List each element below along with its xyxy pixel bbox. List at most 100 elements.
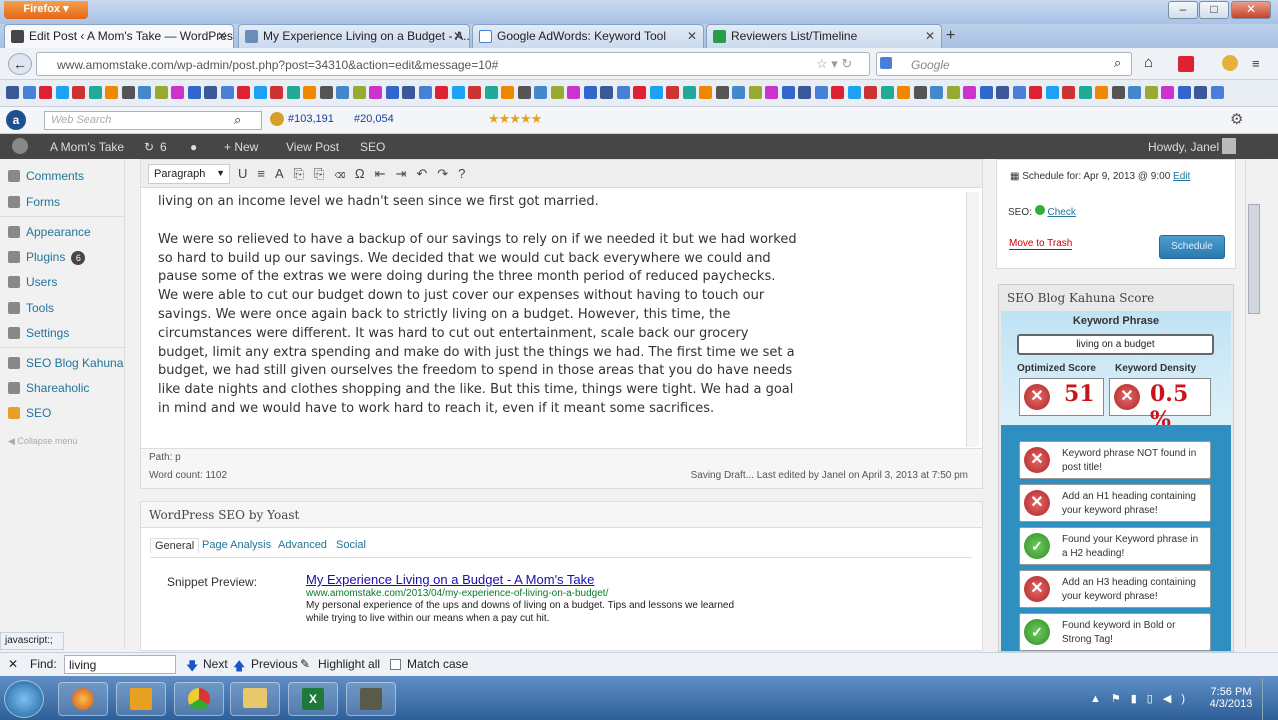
comments-icon[interactable]: ● xyxy=(190,140,197,154)
admin-seo[interactable]: SEO xyxy=(360,140,385,154)
back-button[interactable]: ← xyxy=(8,53,32,75)
taskbar-app[interactable] xyxy=(346,682,396,716)
tab-edit-post[interactable]: Edit Post ‹ A Mom's Take — WordPress ✕ xyxy=(4,24,234,48)
bookmark-icon[interactable] xyxy=(979,86,993,99)
bookmark-icon[interactable] xyxy=(204,86,217,99)
search-icon[interactable]: ⌕ xyxy=(234,112,241,128)
close-tab-icon[interactable]: ✕ xyxy=(453,29,463,43)
overflow-icon[interactable]: ≡ xyxy=(1252,56,1260,71)
bookmark-icon[interactable] xyxy=(864,86,877,99)
settings-gear-icon[interactable]: ⚙ xyxy=(1230,110,1243,128)
bookmark-icon[interactable] xyxy=(369,86,382,99)
bookmark-icon[interactable] xyxy=(682,86,696,99)
bookmark-icon[interactable] xyxy=(583,86,597,99)
bookmark-icon[interactable] xyxy=(633,86,646,99)
wp-logo-icon[interactable] xyxy=(12,138,28,154)
bookmark-icon[interactable] xyxy=(781,86,795,99)
bookmark-icon[interactable] xyxy=(996,86,1009,99)
tab-social[interactable]: Social xyxy=(336,539,366,551)
bookmark-icon[interactable] xyxy=(517,86,531,99)
bookmark-icon[interactable] xyxy=(468,86,481,99)
tab-advanced[interactable]: Advanced xyxy=(278,539,327,551)
bookmark-icon[interactable] xyxy=(1128,86,1141,99)
bookmark-icon[interactable] xyxy=(946,86,960,99)
bookmark-icon[interactable] xyxy=(385,86,399,99)
sidebar-item-settings[interactable]: Settings xyxy=(8,323,69,343)
bookmark-icon[interactable] xyxy=(616,86,630,99)
scroll-thumb[interactable] xyxy=(1248,204,1260,314)
bookmark-icon[interactable] xyxy=(550,86,564,99)
sidebar-item-tools[interactable]: Tools xyxy=(8,298,54,318)
start-button[interactable] xyxy=(4,680,44,718)
rank-2[interactable]: #20,054 xyxy=(354,113,394,125)
bookmark-icon[interactable] xyxy=(930,86,943,99)
match-case-checkbox[interactable] xyxy=(390,659,401,670)
editor-scrollbar[interactable] xyxy=(966,192,979,447)
sidebar-item-seo-blog-kahuna[interactable]: SEO Blog Kahuna xyxy=(8,353,123,373)
admin-howdy[interactable]: Howdy, Janel xyxy=(1148,140,1219,154)
avatar[interactable] xyxy=(1222,138,1236,154)
taskbar-explorer[interactable] xyxy=(230,682,280,716)
bookmark-icon[interactable] xyxy=(831,86,844,99)
bookmark-icon[interactable] xyxy=(1161,86,1174,99)
bookmark-icon[interactable] xyxy=(765,86,778,99)
bookmark-icon[interactable] xyxy=(336,86,349,99)
seo-check-link[interactable]: Check xyxy=(1047,207,1075,218)
editor-content[interactable]: living on an income level we hadn't seen… xyxy=(158,193,798,438)
find-previous-button[interactable]: Previous xyxy=(251,657,298,671)
highlight-all-button[interactable]: Highlight all xyxy=(318,657,380,671)
bookmark-icon[interactable] xyxy=(484,86,498,99)
maximize-button[interactable]: □ xyxy=(1199,1,1229,19)
bookmark-icon[interactable] xyxy=(748,86,762,99)
close-tab-icon[interactable]: ✕ xyxy=(217,29,227,43)
close-tab-icon[interactable]: ✕ xyxy=(687,29,697,43)
bookmark-icon[interactable] xyxy=(1012,86,1026,99)
bookmark-icon[interactable] xyxy=(501,86,514,99)
close-window-button[interactable]: ✕ xyxy=(1231,1,1271,19)
google-engine-icon[interactable] xyxy=(880,57,892,69)
bookmark-icon[interactable] xyxy=(121,86,135,99)
bookmark-icon[interactable] xyxy=(1177,86,1191,99)
tab-my-experience[interactable]: My Experience Living on a Budget - A... … xyxy=(238,24,470,48)
web-search-input[interactable]: Web Search xyxy=(44,111,262,130)
clock[interactable]: 7:56 PM 4/3/2013 xyxy=(1206,686,1256,710)
bookmark-icon[interactable] xyxy=(1111,86,1125,99)
bookmark-icon[interactable] xyxy=(1194,86,1207,99)
search-icon[interactable]: ⌕ xyxy=(1114,55,1121,71)
firefox-menu-button[interactable]: Firefox ▾ xyxy=(4,1,88,19)
bookmark-icon[interactable] xyxy=(187,86,201,99)
admin-site-link[interactable]: A Mom's Take xyxy=(50,140,124,154)
home-icon[interactable]: ⌂ xyxy=(1144,54,1153,71)
bookmark-icon[interactable] xyxy=(534,86,547,99)
new-tab-button[interactable]: + xyxy=(946,27,955,45)
bookmark-icon[interactable] xyxy=(319,86,333,99)
bookmark-icon[interactable] xyxy=(1078,86,1092,99)
sidebar-item-users[interactable]: Users xyxy=(8,272,57,292)
schedule-button[interactable]: Schedule xyxy=(1159,235,1225,259)
bookmark-icon[interactable] xyxy=(649,86,663,99)
bookmark-icon[interactable] xyxy=(1029,86,1042,99)
format-select[interactable]: Paragraph ▼ xyxy=(148,164,230,184)
bookmark-icon[interactable] xyxy=(220,86,234,99)
bookmark-icon[interactable] xyxy=(1045,86,1059,99)
keyword-phrase-field[interactable]: living on a budget xyxy=(1017,334,1214,355)
url-bar[interactable]: www.amomstake.com/wp-admin/post.php?post… xyxy=(36,52,870,76)
bookmark-icon[interactable] xyxy=(402,86,415,99)
updates-icon[interactable]: ↻ xyxy=(144,140,154,154)
bookmark-icon[interactable] xyxy=(913,86,927,99)
tab-adwords[interactable]: Google AdWords: Keyword Tool ✕ xyxy=(472,24,704,48)
bookmark-icon[interactable] xyxy=(666,86,679,99)
rank-1[interactable]: #103,191 xyxy=(288,113,334,125)
taskbar-outlook[interactable] xyxy=(116,682,166,716)
bookmark-icon[interactable] xyxy=(1062,86,1075,99)
sidebar-item-seo[interactable]: SEO xyxy=(8,403,51,423)
bookmark-icon[interactable] xyxy=(352,86,366,99)
bookmark-icon[interactable] xyxy=(435,86,448,99)
bookmark-icon[interactable] xyxy=(55,86,69,99)
ask-icon[interactable]: a xyxy=(6,110,26,130)
minimize-button[interactable]: – xyxy=(1168,1,1198,19)
bookmark-icon[interactable] xyxy=(897,86,910,99)
bookmark-icon[interactable] xyxy=(22,86,36,99)
tab-general[interactable]: General xyxy=(150,538,200,553)
tab-reviewers[interactable]: Reviewers List/Timeline ✕ xyxy=(706,24,942,48)
